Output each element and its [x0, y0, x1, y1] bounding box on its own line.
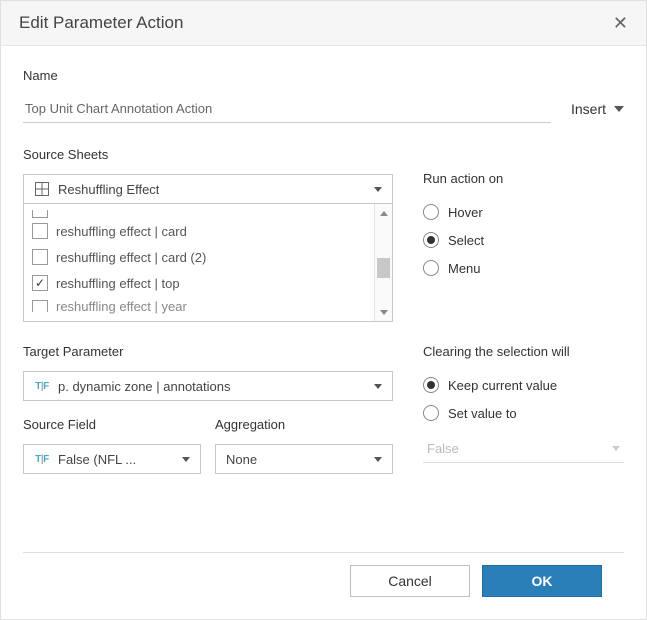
radio-icon — [423, 260, 439, 276]
aggregation-dropdown[interactable]: None — [215, 444, 393, 474]
scroll-down-button[interactable] — [375, 303, 392, 321]
insert-button[interactable]: Insert — [571, 101, 624, 117]
target-block: Target Parameter T|F p. dynamic zone | a… — [23, 344, 624, 474]
radio-selected-icon — [423, 377, 439, 393]
chevron-down-icon — [612, 446, 620, 451]
scroll-up-button[interactable] — [375, 204, 392, 222]
source-sheets-label: Source Sheets — [23, 147, 393, 162]
dialog-title: Edit Parameter Action — [19, 13, 183, 33]
tf-icon: T|F — [34, 378, 50, 394]
target-parameter-label: Target Parameter — [23, 344, 393, 359]
set-value-placeholder: False — [427, 441, 459, 456]
radio-label: Menu — [448, 261, 481, 276]
radio-selected-icon — [423, 232, 439, 248]
source-sheets-dropdown[interactable]: Reshuffling Effect — [23, 174, 393, 204]
ok-button[interactable]: OK — [482, 565, 602, 597]
checkbox-checked[interactable] — [32, 275, 48, 291]
chevron-down-icon — [374, 457, 382, 462]
source-sheets-block: Source Sheets Reshuffling Effect — [23, 147, 624, 322]
clearing-label: Clearing the selection will — [423, 344, 624, 359]
radio-select[interactable]: Select — [423, 226, 624, 254]
radio-label: Select — [448, 233, 484, 248]
dialog-body: Name Insert Source Sheets Reshuffling Ef… — [1, 46, 646, 619]
run-action-radio-group: Hover Select Menu — [423, 198, 624, 282]
target-parameter-dropdown[interactable]: T|F p. dynamic zone | annotations — [23, 371, 393, 401]
source-field-label: Source Field — [23, 417, 201, 432]
chevron-down-icon — [614, 106, 624, 112]
radio-label: Set value to — [448, 406, 517, 421]
edit-parameter-action-dialog: Edit Parameter Action ✕ Name Insert Sour… — [0, 0, 647, 620]
run-action-label: Run action on — [423, 171, 624, 186]
list-item[interactable] — [32, 210, 374, 218]
list-item[interactable]: reshuffling effect | year — [32, 296, 374, 316]
cancel-button[interactable]: Cancel — [350, 565, 470, 597]
list-item-label: reshuffling effect | card — [56, 224, 187, 239]
set-value-dropdown-disabled: False — [423, 435, 624, 463]
source-sheets-list: reshuffling effect | card reshuffling ef… — [23, 204, 393, 322]
radio-menu[interactable]: Menu — [423, 254, 624, 282]
source-field-selected: False (NFL ... — [58, 452, 136, 467]
dashboard-icon — [34, 181, 50, 197]
target-parameter-selected: p. dynamic zone | annotations — [58, 379, 231, 394]
source-field-dropdown[interactable]: T|F False (NFL ... — [23, 444, 201, 474]
scrollbar-track[interactable] — [375, 222, 392, 303]
dialog-footer: Cancel OK — [23, 552, 624, 609]
radio-label: Keep current value — [448, 378, 557, 393]
checkbox[interactable] — [32, 249, 48, 265]
list-item-label: reshuffling effect | card (2) — [56, 250, 206, 265]
radio-keep-value[interactable]: Keep current value — [423, 371, 624, 399]
radio-icon — [423, 204, 439, 220]
checkbox[interactable] — [32, 300, 48, 312]
list-item-label: reshuffling effect | top — [56, 276, 180, 291]
name-label: Name — [23, 68, 624, 83]
radio-label: Hover — [448, 205, 483, 220]
close-icon[interactable]: ✕ — [613, 14, 628, 32]
list-item-label: reshuffling effect | year — [56, 299, 187, 314]
chevron-down-icon — [380, 310, 388, 315]
titlebar: Edit Parameter Action ✕ — [1, 1, 646, 46]
chevron-down-icon — [374, 384, 382, 389]
checkbox[interactable] — [32, 210, 48, 218]
checkbox[interactable] — [32, 223, 48, 239]
scrollbar-thumb[interactable] — [377, 258, 390, 278]
aggregation-selected: None — [226, 452, 257, 467]
list-item[interactable]: reshuffling effect | card (2) — [32, 244, 374, 270]
clearing-radio-group: Keep current value Set value to — [423, 371, 624, 427]
scrollbar[interactable] — [374, 204, 392, 321]
source-sheets-selected: Reshuffling Effect — [58, 182, 159, 197]
name-row: Insert — [23, 95, 624, 123]
aggregation-label: Aggregation — [215, 417, 393, 432]
list-item[interactable]: reshuffling effect | card — [32, 218, 374, 244]
chevron-up-icon — [380, 211, 388, 216]
chevron-down-icon — [182, 457, 190, 462]
insert-label: Insert — [571, 101, 606, 117]
tf-icon: T|F — [34, 451, 50, 467]
list-item[interactable]: reshuffling effect | top — [32, 270, 374, 296]
radio-icon — [423, 405, 439, 421]
chevron-down-icon — [374, 187, 382, 192]
radio-set-value[interactable]: Set value to — [423, 399, 624, 427]
radio-hover[interactable]: Hover — [423, 198, 624, 226]
name-input[interactable] — [23, 95, 551, 123]
